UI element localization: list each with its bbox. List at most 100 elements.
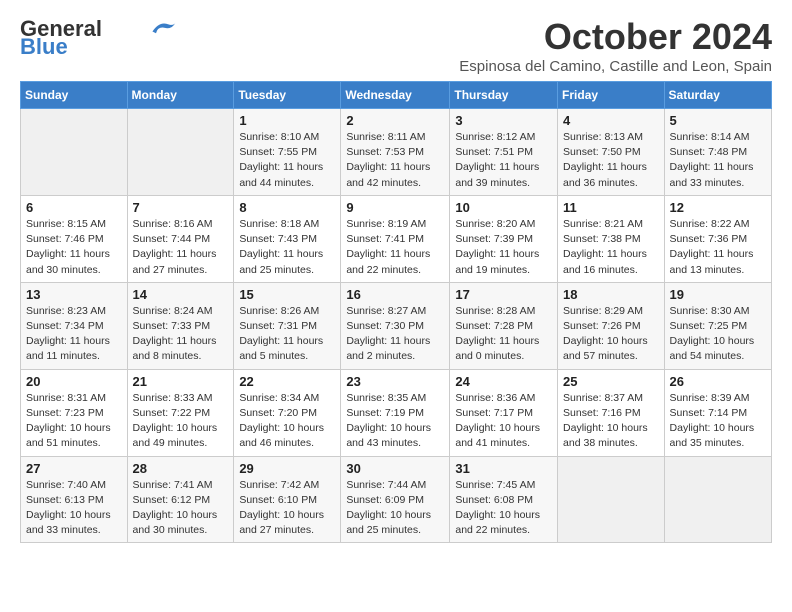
day-number: 9 xyxy=(346,200,444,215)
day-cell xyxy=(21,109,128,196)
day-info: Sunrise: 8:30 AM Sunset: 7:25 PM Dayligh… xyxy=(670,304,766,365)
logo: General Blue xyxy=(20,16,178,60)
day-cell: 26 Sunrise: 8:39 AM Sunset: 7:14 PM Dayli… xyxy=(664,369,771,456)
day-cell: 8 Sunrise: 8:18 AM Sunset: 7:43 PM Daylig… xyxy=(234,195,341,282)
day-info: Sunrise: 7:41 AM Sunset: 6:12 PM Dayligh… xyxy=(133,478,229,539)
day-cell: 21Sunrise: 8:33 AM Sunset: 7:22 PM Dayli… xyxy=(127,369,234,456)
day-cell: 4 Sunrise: 8:13 AM Sunset: 7:50 PM Daylig… xyxy=(558,109,665,196)
day-number: 30 xyxy=(346,461,444,476)
day-cell: 16 Sunrise: 8:27 AM Sunset: 7:30 PM Dayli… xyxy=(341,282,450,369)
day-info: Sunrise: 8:19 AM Sunset: 7:41 PM Dayligh… xyxy=(346,217,444,278)
calendar: SundayMondayTuesdayWednesdayThursdayFrid… xyxy=(20,81,772,543)
day-info: Sunrise: 7:44 AM Sunset: 6:09 PM Dayligh… xyxy=(346,478,444,539)
day-number: 14 xyxy=(133,287,229,302)
day-cell: 14 Sunrise: 8:24 AM Sunset: 7:33 PM Dayli… xyxy=(127,282,234,369)
day-number: 6 xyxy=(26,200,122,215)
day-info: Sunrise: 8:13 AM Sunset: 7:50 PM Dayligh… xyxy=(563,130,659,191)
day-info: Sunrise: 7:42 AM Sunset: 6:10 PM Dayligh… xyxy=(239,478,335,539)
day-number: 12 xyxy=(670,200,766,215)
day-info: Sunrise: 8:21 AM Sunset: 7:38 PM Dayligh… xyxy=(563,217,659,278)
day-cell: 6 Sunrise: 8:15 AM Sunset: 7:46 PM Daylig… xyxy=(21,195,128,282)
logo-bird-icon xyxy=(150,19,178,35)
header: General Blue October 2024 Espinosa del C… xyxy=(20,16,772,75)
title-block: October 2024 Espinosa del Camino, Castil… xyxy=(459,16,772,75)
day-cell: 3 Sunrise: 8:12 AM Sunset: 7:51 PM Daylig… xyxy=(450,109,558,196)
week-row-2: 6 Sunrise: 8:15 AM Sunset: 7:46 PM Daylig… xyxy=(21,195,772,282)
day-cell: 9 Sunrise: 8:19 AM Sunset: 7:41 PM Daylig… xyxy=(341,195,450,282)
day-number: 4 xyxy=(563,113,659,128)
weekday-tuesday: Tuesday xyxy=(234,82,341,109)
day-number: 16 xyxy=(346,287,444,302)
weekday-thursday: Thursday xyxy=(450,82,558,109)
week-row-4: 20Sunrise: 8:31 AM Sunset: 7:23 PM Dayli… xyxy=(21,369,772,456)
day-cell: 1 Sunrise: 8:10 AM Sunset: 7:55 PM Daylig… xyxy=(234,109,341,196)
day-cell: 10Sunrise: 8:20 AM Sunset: 7:39 PM Dayli… xyxy=(450,195,558,282)
day-number: 25 xyxy=(563,374,659,389)
weekday-saturday: Saturday xyxy=(664,82,771,109)
day-info: Sunrise: 8:34 AM Sunset: 7:20 PM Dayligh… xyxy=(239,391,335,452)
day-cell: 5 Sunrise: 8:14 AM Sunset: 7:48 PM Daylig… xyxy=(664,109,771,196)
day-number: 11 xyxy=(563,200,659,215)
day-number: 17 xyxy=(455,287,552,302)
day-number: 2 xyxy=(346,113,444,128)
weekday-friday: Friday xyxy=(558,82,665,109)
day-cell xyxy=(558,456,665,543)
day-number: 23 xyxy=(346,374,444,389)
month-title: October 2024 xyxy=(459,16,772,58)
logo-blue: Blue xyxy=(20,34,68,60)
day-number: 3 xyxy=(455,113,552,128)
day-info: Sunrise: 8:29 AM Sunset: 7:26 PM Dayligh… xyxy=(563,304,659,365)
day-info: Sunrise: 8:35 AM Sunset: 7:19 PM Dayligh… xyxy=(346,391,444,452)
day-number: 13 xyxy=(26,287,122,302)
subtitle: Espinosa del Camino, Castille and Leon, … xyxy=(459,58,772,75)
day-cell: 22 Sunrise: 8:34 AM Sunset: 7:20 PM Dayli… xyxy=(234,369,341,456)
day-cell: 13Sunrise: 8:23 AM Sunset: 7:34 PM Dayli… xyxy=(21,282,128,369)
calendar-body: 1 Sunrise: 8:10 AM Sunset: 7:55 PM Daylig… xyxy=(21,109,772,543)
day-cell xyxy=(664,456,771,543)
day-number: 10 xyxy=(455,200,552,215)
day-info: Sunrise: 8:15 AM Sunset: 7:46 PM Dayligh… xyxy=(26,217,122,278)
day-info: Sunrise: 8:18 AM Sunset: 7:43 PM Dayligh… xyxy=(239,217,335,278)
day-number: 7 xyxy=(133,200,229,215)
day-cell: 31Sunrise: 7:45 AM Sunset: 6:08 PM Dayli… xyxy=(450,456,558,543)
day-number: 26 xyxy=(670,374,766,389)
day-cell: 29 Sunrise: 7:42 AM Sunset: 6:10 PM Dayli… xyxy=(234,456,341,543)
day-cell: 23 Sunrise: 8:35 AM Sunset: 7:19 PM Dayli… xyxy=(341,369,450,456)
day-number: 8 xyxy=(239,200,335,215)
day-number: 31 xyxy=(455,461,552,476)
day-info: Sunrise: 8:33 AM Sunset: 7:22 PM Dayligh… xyxy=(133,391,229,452)
day-info: Sunrise: 8:10 AM Sunset: 7:55 PM Dayligh… xyxy=(239,130,335,191)
day-number: 5 xyxy=(670,113,766,128)
day-number: 29 xyxy=(239,461,335,476)
day-cell: 27Sunrise: 7:40 AM Sunset: 6:13 PM Dayli… xyxy=(21,456,128,543)
weekday-monday: Monday xyxy=(127,82,234,109)
week-row-3: 13Sunrise: 8:23 AM Sunset: 7:34 PM Dayli… xyxy=(21,282,772,369)
day-number: 1 xyxy=(239,113,335,128)
day-info: Sunrise: 8:27 AM Sunset: 7:30 PM Dayligh… xyxy=(346,304,444,365)
day-number: 22 xyxy=(239,374,335,389)
day-info: Sunrise: 8:24 AM Sunset: 7:33 PM Dayligh… xyxy=(133,304,229,365)
weekday-sunday: Sunday xyxy=(21,82,128,109)
day-info: Sunrise: 8:12 AM Sunset: 7:51 PM Dayligh… xyxy=(455,130,552,191)
day-cell: 7 Sunrise: 8:16 AM Sunset: 7:44 PM Daylig… xyxy=(127,195,234,282)
day-info: Sunrise: 8:22 AM Sunset: 7:36 PM Dayligh… xyxy=(670,217,766,278)
day-cell: 18 Sunrise: 8:29 AM Sunset: 7:26 PM Dayli… xyxy=(558,282,665,369)
day-cell: 17 Sunrise: 8:28 AM Sunset: 7:28 PM Dayli… xyxy=(450,282,558,369)
weekday-wednesday: Wednesday xyxy=(341,82,450,109)
day-info: Sunrise: 8:16 AM Sunset: 7:44 PM Dayligh… xyxy=(133,217,229,278)
week-row-5: 27Sunrise: 7:40 AM Sunset: 6:13 PM Dayli… xyxy=(21,456,772,543)
day-info: Sunrise: 8:11 AM Sunset: 7:53 PM Dayligh… xyxy=(346,130,444,191)
day-cell xyxy=(127,109,234,196)
day-info: Sunrise: 8:39 AM Sunset: 7:14 PM Dayligh… xyxy=(670,391,766,452)
week-row-1: 1 Sunrise: 8:10 AM Sunset: 7:55 PM Daylig… xyxy=(21,109,772,196)
day-info: Sunrise: 8:14 AM Sunset: 7:48 PM Dayligh… xyxy=(670,130,766,191)
day-cell: 25 Sunrise: 8:37 AM Sunset: 7:16 PM Dayli… xyxy=(558,369,665,456)
day-cell: 12 Sunrise: 8:22 AM Sunset: 7:36 PM Dayli… xyxy=(664,195,771,282)
day-number: 18 xyxy=(563,287,659,302)
day-info: Sunrise: 8:26 AM Sunset: 7:31 PM Dayligh… xyxy=(239,304,335,365)
day-cell: 15Sunrise: 8:26 AM Sunset: 7:31 PM Dayli… xyxy=(234,282,341,369)
day-cell: 24Sunrise: 8:36 AM Sunset: 7:17 PM Dayli… xyxy=(450,369,558,456)
day-number: 24 xyxy=(455,374,552,389)
day-info: Sunrise: 8:37 AM Sunset: 7:16 PM Dayligh… xyxy=(563,391,659,452)
day-info: Sunrise: 8:28 AM Sunset: 7:28 PM Dayligh… xyxy=(455,304,552,365)
